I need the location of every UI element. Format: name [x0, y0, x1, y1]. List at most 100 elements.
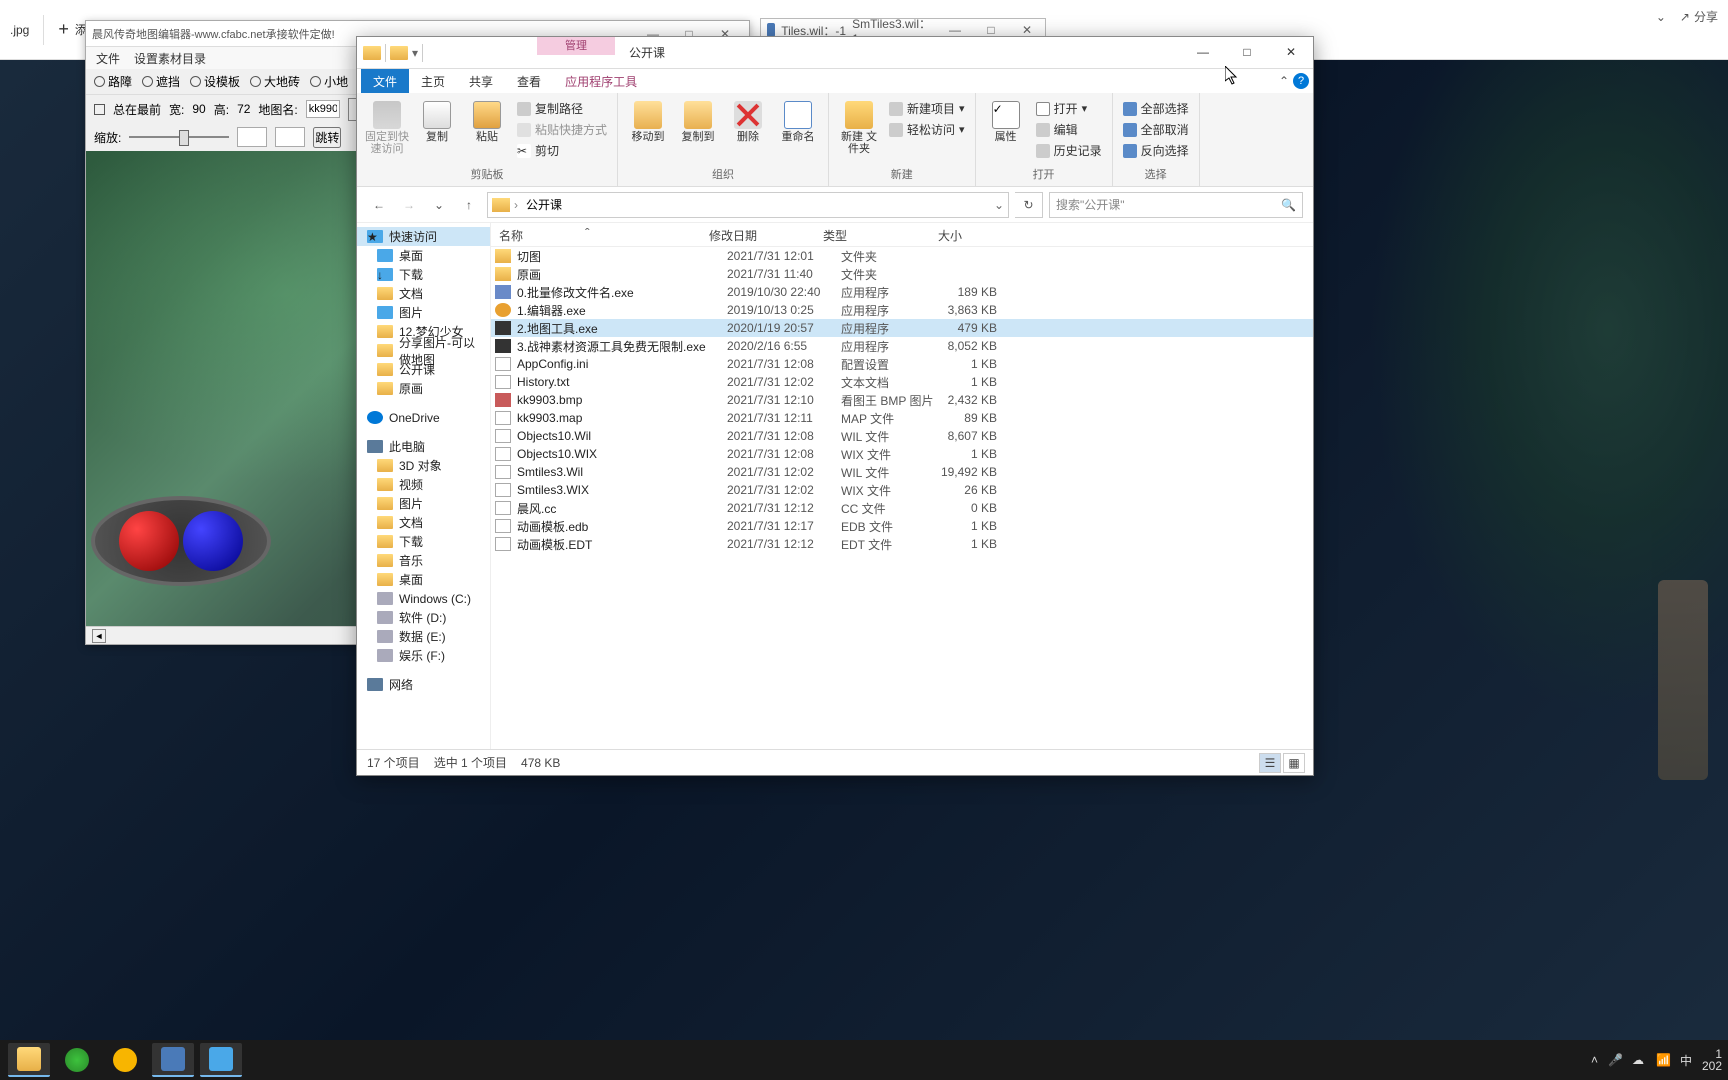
file-row[interactable]: 晨风.cc2021/7/31 12:12CC 文件0 KB [491, 499, 1313, 517]
nav-onedrive[interactable]: OneDrive [357, 408, 490, 427]
maximize-button[interactable]: □ [1225, 37, 1269, 67]
radio-template[interactable]: 设模板 [190, 73, 240, 90]
nav-downloads-2[interactable]: 下载 [357, 532, 490, 551]
nav-documents-2[interactable]: 文档 [357, 513, 490, 532]
nav-drive-e[interactable]: 数据 (E:) [357, 627, 490, 646]
file-row[interactable]: Smtiles3.Wil2021/7/31 12:02WIL 文件19,492 … [491, 463, 1313, 481]
map-name-input[interactable] [306, 100, 340, 118]
menu-setdir[interactable]: 设置素材目录 [134, 50, 206, 67]
jump-button[interactable]: 跳转 [313, 127, 341, 148]
new-folder-button[interactable]: 新建 文件夹 [837, 97, 881, 155]
file-row[interactable]: kk9903.map2021/7/31 12:11MAP 文件89 KB [491, 409, 1313, 427]
chevron-down-icon[interactable]: ⌄ [994, 198, 1004, 212]
nav-network[interactable]: 网络 [357, 675, 490, 694]
file-row[interactable]: kk9903.bmp2021/7/31 12:10看图王 BMP 图片...2,… [491, 391, 1313, 409]
zoom-x-input[interactable] [237, 127, 267, 147]
new-item-button[interactable]: 新建项目 ▾ [887, 99, 967, 118]
tray-mic-icon[interactable]: 🎤 [1608, 1053, 1622, 1067]
address-bar[interactable]: › 公开课 ⌄ [487, 192, 1009, 218]
paste-shortcut-button[interactable]: 粘贴快捷方式 [515, 120, 609, 139]
delete-button[interactable]: 删除 [726, 97, 770, 143]
copy-path-button[interactable]: 复制路径 [515, 99, 609, 118]
nav-desktop[interactable]: 桌面 [357, 246, 490, 265]
file-row[interactable]: Objects10.Wil2021/7/31 12:08WIL 文件8,607 … [491, 427, 1313, 445]
nav-videos[interactable]: 视频 [357, 475, 490, 494]
radio-block[interactable]: 遮挡 [142, 73, 180, 90]
tray-wifi-icon[interactable]: 📶 [1656, 1053, 1670, 1067]
file-row[interactable]: 原画2021/7/31 11:40文件夹 [491, 265, 1313, 283]
refresh-button[interactable]: ↻ [1015, 192, 1043, 218]
radio-obstacle[interactable]: 路障 [94, 73, 132, 90]
nav-back-button[interactable]: ← [367, 193, 391, 217]
qat-dropdown-icon[interactable]: ▾ [412, 46, 418, 60]
collapse-ribbon-icon[interactable]: ⌃ [1279, 74, 1289, 88]
file-row[interactable]: 切图2021/7/31 12:01文件夹 [491, 247, 1313, 265]
nav-up-button[interactable]: ↑ [457, 193, 481, 217]
search-input[interactable]: 搜索"公开课" 🔍 [1049, 192, 1303, 218]
invert-selection-button[interactable]: 反向选择 [1121, 141, 1191, 160]
file-row[interactable]: 3.战神素材资源工具免费无限制.exe2020/2/16 6:55应用程序8,0… [491, 337, 1313, 355]
copy-button[interactable]: 复制 [415, 97, 459, 143]
select-all-button[interactable]: 全部选择 [1121, 99, 1191, 118]
taskbar-explorer[interactable] [8, 1043, 50, 1077]
details-view-button[interactable]: ☰ [1259, 753, 1281, 773]
history-button[interactable]: 历史记录 [1034, 141, 1104, 160]
file-row[interactable]: Smtiles3.WIX2021/7/31 12:02WIX 文件26 KB [491, 481, 1313, 499]
tab-share[interactable]: 共享 [457, 69, 505, 93]
tray-cloud-icon[interactable]: ☁ [1632, 1053, 1646, 1067]
col-date[interactable]: 修改日期 [701, 223, 815, 246]
file-row[interactable]: History.txt2021/7/31 12:02文本文档1 KB [491, 373, 1313, 391]
nav-documents[interactable]: 文档 [357, 284, 490, 303]
nav-folder-2[interactable]: 分享图片-可以做地图 [357, 341, 490, 360]
properties-button[interactable]: ✓属性 [984, 97, 1028, 143]
open-button[interactable]: 打开 ▾ [1034, 99, 1104, 118]
scroll-left-button[interactable]: ◄ [92, 629, 106, 643]
tab-home[interactable]: 主页 [409, 69, 457, 93]
always-on-top-checkbox[interactable] [94, 104, 105, 115]
taskbar-browser[interactable] [56, 1043, 98, 1077]
move-to-button[interactable]: 移动到 [626, 97, 670, 143]
taskbar-app-2[interactable] [152, 1043, 194, 1077]
zoom-y-input[interactable] [275, 127, 305, 147]
minimize-button[interactable]: — [1181, 37, 1225, 67]
breadcrumb[interactable]: 公开课 [522, 196, 566, 213]
nav-folder-4[interactable]: 原画 [357, 379, 490, 398]
pin-to-quick-button[interactable]: 固定到快 速访问 [365, 97, 409, 155]
file-row[interactable]: 动画模板.edb2021/7/31 12:17EDB 文件1 KB [491, 517, 1313, 535]
radio-smalltile[interactable]: 小地 [310, 73, 348, 90]
select-none-button[interactable]: 全部取消 [1121, 120, 1191, 139]
zoom-slider[interactable] [129, 136, 229, 138]
easy-access-button[interactable]: 轻松访问 ▾ [887, 120, 967, 139]
nav-pictures-2[interactable]: 图片 [357, 494, 490, 513]
chevron-down-icon[interactable]: ⌄ [1656, 10, 1666, 24]
nav-3d-objects[interactable]: 3D 对象 [357, 456, 490, 475]
nav-pictures[interactable]: 图片 [357, 303, 490, 322]
edit-button[interactable]: 编辑 [1034, 120, 1104, 139]
tab-app-tools[interactable]: 应用程序工具 [553, 69, 649, 93]
col-size[interactable]: 大小 [907, 223, 971, 246]
col-name[interactable]: 名称 [491, 223, 701, 246]
nav-drive-d[interactable]: 软件 (D:) [357, 608, 490, 627]
nav-drive-c[interactable]: Windows (C:) [357, 589, 490, 608]
share-button[interactable]: ↗ 分享 [1680, 8, 1718, 25]
tab-view[interactable]: 查看 [505, 69, 553, 93]
col-type[interactable]: 类型 [815, 223, 907, 246]
icons-view-button[interactable]: ▦ [1283, 753, 1305, 773]
nav-forward-button[interactable]: → [397, 193, 421, 217]
menu-file[interactable]: 文件 [96, 50, 120, 67]
radio-bigtile[interactable]: 大地砖 [250, 73, 300, 90]
file-row[interactable]: 动画模板.EDT2021/7/31 12:12EDT 文件1 KB [491, 535, 1313, 553]
folder-icon[interactable] [390, 46, 408, 60]
close-button[interactable]: ✕ [1269, 37, 1313, 67]
tray-ime[interactable]: 中 [1680, 1052, 1692, 1069]
taskbar-photos[interactable] [200, 1043, 242, 1077]
help-icon[interactable]: ? [1293, 73, 1309, 89]
file-row[interactable]: 2.地图工具.exe2020/1/19 20:57应用程序479 KB [491, 319, 1313, 337]
nav-this-pc[interactable]: 此电脑 [357, 437, 490, 456]
file-row[interactable]: 1.编辑器.exe2019/10/13 0:25应用程序3,863 KB [491, 301, 1313, 319]
nav-recent-button[interactable]: ⌄ [427, 193, 451, 217]
taskbar-app-1[interactable] [104, 1043, 146, 1077]
cut-button[interactable]: ✂剪切 [515, 141, 609, 160]
nav-desktop-2[interactable]: 桌面 [357, 570, 490, 589]
tab-file[interactable]: 文件 [361, 69, 409, 93]
